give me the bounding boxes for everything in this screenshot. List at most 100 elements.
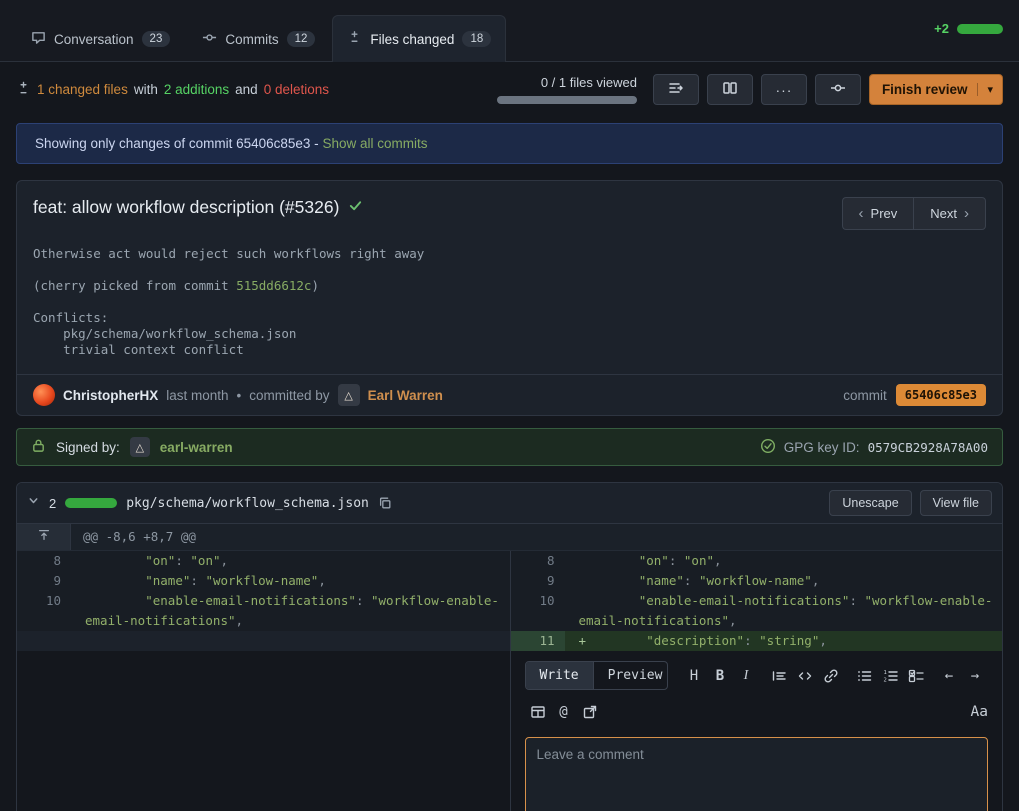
bold-icon[interactable]: B [707,663,733,689]
tab-conversation-label: Conversation [54,32,134,47]
editor-toolbar-row: Write Preview H B I [525,661,989,690]
signed-commit-row: Signed by: △ earl-warren GPG key ID: 057… [16,428,1003,466]
write-tab[interactable]: Write [526,662,593,689]
diff-row: 8 "on": "on",8 "on": "on", [17,551,1002,571]
commit-label: commit [843,388,887,403]
next-commit-button[interactable]: Next › [913,197,986,230]
comment-textarea[interactable] [525,737,989,811]
commit-header: feat: allow workflow description (#5326)… [17,181,1002,236]
line-number[interactable]: 9 [511,571,565,591]
line-number[interactable]: 10 [511,591,565,631]
commit-range-icon [830,80,846,99]
pr-files-changed-page: Conversation 23 Commits 12 Files changed… [0,0,1019,811]
collapse-file-icon[interactable] [27,494,40,512]
commit-body-line: trivial context conflict [33,342,986,358]
diff-left-empty-cell [17,651,510,811]
diff-filler-cell [71,631,510,651]
split-view-icon [722,80,738,99]
markdown-toolbar: H B I 12 [674,663,988,689]
code-line: "enable-email-notifications": "workflow-… [71,591,510,631]
diff-filler-cell [17,631,71,651]
copy-filename-icon[interactable] [378,496,392,510]
italic-icon[interactable]: I [733,663,759,689]
inline-comment-row: Write Preview H B I [17,651,1002,811]
line-number[interactable]: 8 [17,551,71,571]
author-avatar[interactable] [33,384,55,406]
prev-commit-button[interactable]: ‹ Prev [842,197,914,230]
heading-icon[interactable]: H [681,663,707,689]
committer-avatar[interactable]: △ [338,384,360,406]
ordered-list-icon[interactable]: 12 [877,663,903,689]
show-all-commits-link[interactable]: Show all commits [322,136,427,151]
commit-nav: ‹ Prev Next › [842,197,986,230]
files-count-badge: 18 [462,31,491,47]
commit-select-button[interactable] [815,74,861,105]
split-view-toggle-button[interactable] [707,74,753,105]
line-number[interactable]: 8 [511,551,565,571]
gpg-key-label: GPG key ID: [784,440,860,455]
files-viewed-label: 0 / 1 files viewed [541,75,637,90]
dot-separator: • [237,388,242,403]
comment-editor: Write Preview H B I [510,651,1003,811]
commit-status-check-icon[interactable] [348,197,363,218]
pr-tab-bar: Conversation 23 Commits 12 Files changed… [0,0,1019,62]
more-options-button[interactable]: ··· [761,74,807,105]
signer-name-link[interactable]: earl-warren [160,440,233,455]
line-number[interactable]: 11 [511,631,565,651]
code-line: + "description": "string", [565,631,1003,651]
committed-by-label: committed by [249,388,329,403]
commit-title: feat: allow workflow description (#5326) [33,197,363,218]
mention-icon[interactable]: @ [551,699,577,725]
pr-tabs: Conversation 23 Commits 12 Files changed… [16,15,506,61]
chevron-right-icon: › [964,205,969,222]
plain-editor-toggle[interactable]: Aa [971,702,988,722]
ellipsis-icon: ··· [775,82,792,98]
tab-files-changed[interactable]: Files changed 18 [332,15,506,62]
commit-body-line: Otherwise act would reject such workflow… [33,246,986,262]
diff-row: 10 "enable-email-notifications": "workfl… [17,591,1002,631]
diff-plusminus-icon [16,81,31,99]
conversation-icon [31,30,46,48]
svg-text:1: 1 [884,670,887,676]
svg-text:2: 2 [884,677,887,683]
file-diff-header: 2 pkg/schema/workflow_schema.json Unesca… [17,483,1002,524]
author-name-link[interactable]: ChristopherHX [63,388,158,403]
changed-files-summary: 1 changed files with 2 additions and 0 d… [16,81,329,99]
diff-icon [347,30,362,48]
editor-toolbar-row-2: @ Aa [525,699,989,725]
tab-conversation[interactable]: Conversation 23 [16,15,185,62]
expand-hunk-button[interactable] [17,524,71,550]
unordered-list-icon[interactable] [851,663,877,689]
code-line: "enable-email-notifications": "workflow-… [565,591,1003,631]
commit-sha-badge[interactable]: 65406c85e3 [896,384,986,406]
finish-review-button[interactable]: Finish review ▾ [869,74,1003,105]
diff-row: 9 "name": "workflow-name",9 "name": "wor… [17,571,1002,591]
signed-by-label: Signed by: [56,440,120,455]
line-number[interactable]: 9 [17,571,71,591]
code-icon[interactable] [792,663,818,689]
table-icon[interactable] [525,699,551,725]
diff-stat-bar [957,24,1003,34]
reference-icon[interactable] [577,699,603,725]
task-list-icon[interactable] [903,663,929,689]
hunk-header-text: @@ -8,6 +8,7 @@ [71,524,196,550]
tab-commits[interactable]: Commits 12 [187,15,330,62]
code-line: "on": "on", [565,551,1003,571]
indent-icon[interactable]: → [962,663,988,689]
hunk-header-row: @@ -8,6 +8,7 @@ [17,524,1002,551]
preview-tab[interactable]: Preview [593,662,668,689]
view-file-button[interactable]: View file [920,490,992,516]
quote-icon[interactable] [766,663,792,689]
line-number[interactable]: 10 [17,591,71,631]
code-line: "on": "on", [71,551,510,571]
unescape-button[interactable]: Unescape [829,490,911,516]
outdent-icon[interactable]: ← [936,663,962,689]
committer-name-link[interactable]: Earl Warren [368,388,443,403]
commit-author-row: ChristopherHX last month • committed by … [17,374,1002,415]
commit-title-text: feat: allow workflow description (#5326) [33,197,339,218]
link-icon[interactable] [818,663,844,689]
signer-avatar[interactable]: △ [130,437,150,457]
whitespace-options-button[interactable] [653,74,699,105]
pr-diff-stat: +2 [934,21,1003,36]
cherry-pick-commit-link[interactable]: 515dd6612c [236,278,311,293]
